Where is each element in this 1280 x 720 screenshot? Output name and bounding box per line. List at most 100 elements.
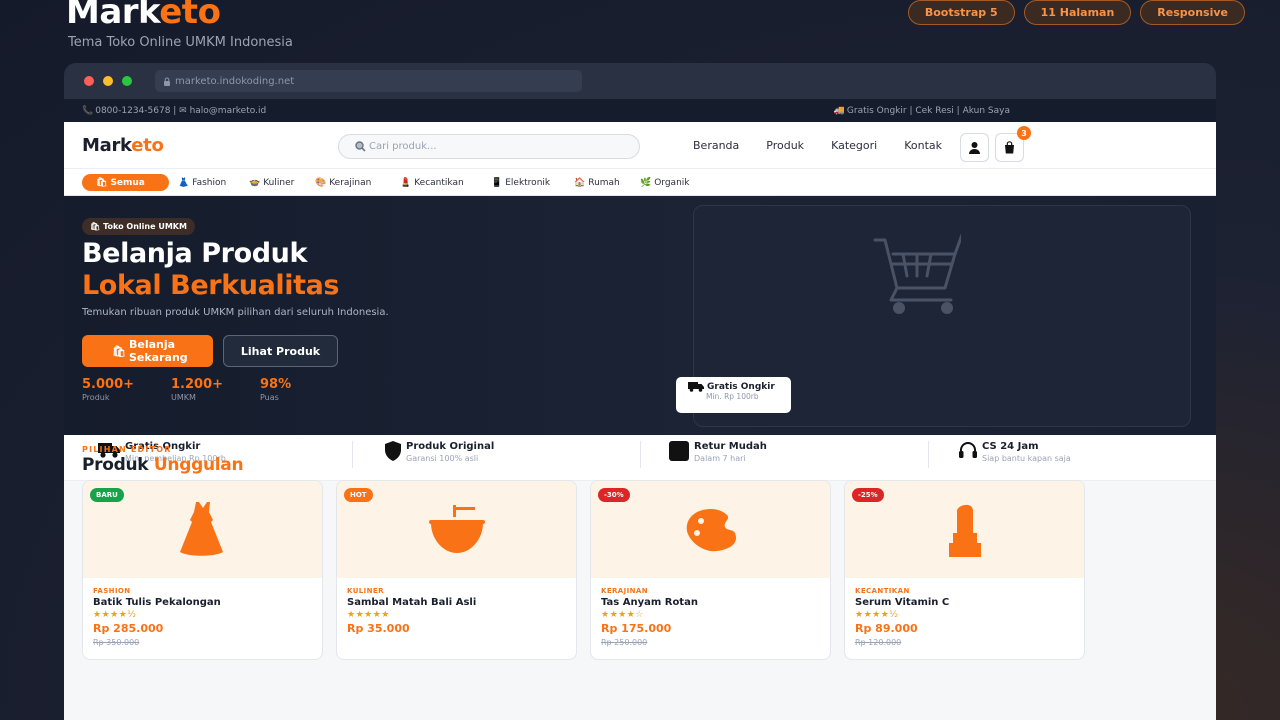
search-input[interactable]: Cari produk... [338, 134, 640, 159]
product-category: KECANTIKAN [855, 587, 910, 595]
return-icon [669, 441, 689, 461]
phone-device-icon: 📱 [491, 177, 503, 188]
product-old-price: Rp 250.000 [601, 638, 648, 647]
shop-now-button[interactable]: 🛍 Belanja Sekarang [82, 335, 213, 367]
feature-return: Retur Mudah Dalam 7 hari [669, 441, 767, 463]
hero-description: Temukan ribuan produk UMKM pilihan dari … [82, 307, 389, 318]
category-fashion[interactable]: 👗 Fashion [178, 174, 226, 191]
divider [928, 441, 929, 468]
category-bar: 🛍 Semua 👗 Fashion 🍲 Kuliner 🎨 Kerajinan 💄 Kec… [64, 169, 1216, 196]
navbar: Marketo Cari produk... Beranda Produk Ka… [64, 122, 1216, 169]
free-shipping-card: Gratis Ongkir Min. Rp 100rb [676, 377, 791, 413]
palette-icon: 🎨 [315, 177, 327, 188]
product-rating: ★★★★☆ [601, 610, 644, 620]
product-badge: -30% [598, 488, 630, 502]
main-menu: Beranda Produk Kategori Kontak [693, 122, 942, 169]
category-rumah[interactable]: 🏠 Rumah [574, 174, 620, 191]
product-rating: ★★★★½ [93, 610, 137, 620]
product-badge: HOT [344, 488, 373, 502]
pill-bootstrap[interactable]: Bootstrap 5 [907, 0, 1015, 25]
product-rating: ★★★★★ [347, 610, 390, 620]
lipstick-icon [948, 504, 981, 557]
topbar-links[interactable]: Gratis Ongkir | Cek Resi | Akun Saya [847, 106, 1010, 116]
divider [352, 441, 353, 468]
cosmetic-icon: 💄 [400, 177, 412, 188]
product-card[interactable]: -25% KECANTIKAN Serum Vitamin C ★★★★½ Rp… [844, 480, 1085, 660]
category-organik[interactable]: 🌿 Organik [640, 174, 690, 191]
url-text: marketo.indokoding.net [175, 75, 295, 87]
product-old-price: Rp 350.000 [93, 638, 140, 647]
product-image: HOT [337, 481, 576, 578]
showcase-subtitle: Tema Toko Online UMKM Indonesia [68, 35, 293, 50]
site-logo[interactable]: Marketo [82, 135, 164, 156]
product-category: KULINER [347, 587, 384, 595]
menu-beranda[interactable]: Beranda [693, 139, 739, 152]
pill-responsive[interactable]: Responsive [1140, 0, 1245, 25]
pill-pages[interactable]: 11 Halaman [1023, 0, 1132, 25]
product-image: -25% [845, 481, 1084, 578]
product-name[interactable]: Sambal Matah Bali Asli [347, 597, 566, 608]
stat-satisfaction: 98% Puas [260, 377, 292, 402]
product-category: FASHION [93, 587, 131, 595]
menu-kontak[interactable]: Kontak [904, 139, 942, 152]
shield-icon [385, 441, 401, 461]
lock-icon [164, 77, 170, 86]
feature-cs: CS 24 Jam Siap bantu kapan saja [959, 441, 1071, 463]
address-bar[interactable]: marketo.indokoding.net [155, 70, 582, 92]
bag-icon: 🛍 [96, 177, 108, 188]
product-name[interactable]: Batik Tulis Pekalongan [93, 597, 312, 608]
product-card[interactable]: HOT KULINER Sambal Matah Bali Asli ★★★★★… [336, 480, 577, 660]
top-info-bar: 📞 0800-1234-5678 | ✉ halo@marketo.id 🚚 G… [64, 99, 1216, 122]
close-dot[interactable] [84, 76, 94, 86]
bag-icon: 🛍 [112, 344, 126, 358]
category-kuliner[interactable]: 🍲 Kuliner [249, 174, 294, 191]
product-price: Rp 175.000 [601, 622, 672, 635]
leaf-icon: 🌿 [640, 177, 652, 188]
user-icon [969, 142, 980, 154]
product-card[interactable]: -30% KERAJINAN Tas Anyam Rotan ★★★★☆ Rp … [590, 480, 831, 660]
store-icon: 🛍 [90, 222, 101, 231]
menu-kategori[interactable]: Kategori [831, 139, 877, 152]
home-icon: 🏠 [574, 177, 586, 188]
product-image: BARU [83, 481, 322, 578]
product-name[interactable]: Serum Vitamin C [855, 597, 1074, 608]
search-placeholder: Cari produk... [369, 141, 437, 152]
account-button[interactable] [960, 133, 989, 162]
product-price: Rp 89.000 [855, 622, 918, 635]
truck-icon [688, 382, 704, 392]
bowl-icon [428, 504, 485, 553]
phone-icon: 📞 [82, 105, 94, 116]
view-products-button[interactable]: Lihat Produk [223, 335, 338, 367]
section-title: Produk Unggulan [82, 455, 244, 475]
dress-icon [179, 501, 223, 556]
minimize-dot[interactable] [103, 76, 113, 86]
browser-chrome: marketo.indokoding.net [64, 63, 1216, 99]
feature-pills: Bootstrap 5 11 Halaman Responsive [907, 0, 1245, 25]
category-kerajinan[interactable]: 🎨 Kerajinan [315, 174, 371, 191]
site: 📞 0800-1234-5678 | ✉ halo@marketo.id 🚚 G… [64, 99, 1216, 720]
stat-umkm: 1.200+ UMKM [171, 377, 224, 402]
dress-icon: 👗 [178, 177, 190, 188]
shopping-cart-icon [873, 233, 961, 314]
product-price: Rp 35.000 [347, 622, 410, 635]
showcase-brand: Marketo [66, 0, 221, 32]
category-kecantikan[interactable]: 💄 Kecantikan [400, 174, 464, 191]
shopping-bag-icon [1005, 141, 1014, 154]
product-badge: BARU [90, 488, 124, 502]
category-semua[interactable]: 🛍 Semua [82, 174, 169, 191]
cart-count-badge: 3 [1017, 126, 1031, 140]
product-rating: ★★★★½ [855, 610, 899, 620]
maximize-dot[interactable] [122, 76, 132, 86]
product-image: -30% [591, 481, 830, 578]
product-category: KERAJINAN [601, 587, 648, 595]
stat-products: 5.000+ Produk [82, 377, 135, 402]
palette-icon [686, 508, 736, 551]
bowl-icon: 🍲 [249, 177, 261, 188]
section-eyebrow: PILIHAN EDITOR [82, 445, 172, 454]
category-elektronik[interactable]: 📱 Elektronik [491, 174, 550, 191]
menu-produk[interactable]: Produk [766, 139, 804, 152]
product-name[interactable]: Tas Anyam Rotan [601, 597, 820, 608]
product-badge: -25% [852, 488, 884, 502]
feature-original: Produk Original Garansi 100% asli [385, 441, 494, 463]
product-card[interactable]: BARU FASHION Batik Tulis Pekalongan ★★★★… [82, 480, 323, 660]
